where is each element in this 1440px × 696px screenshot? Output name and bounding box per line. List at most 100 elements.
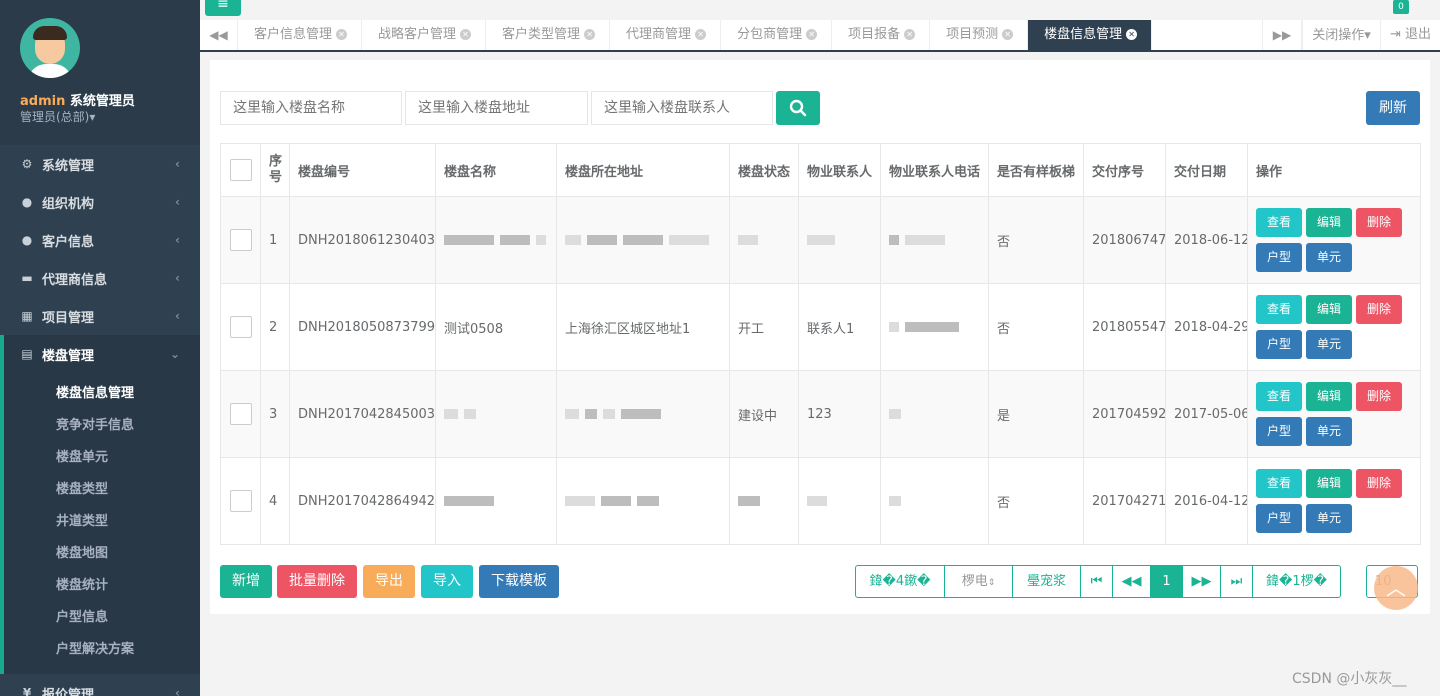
avatar[interactable] bbox=[20, 18, 80, 78]
sidebar-item-projects[interactable]: ▦ 项目管理 ‹ bbox=[0, 297, 200, 335]
building-address-search-input[interactable] bbox=[405, 91, 588, 125]
page-size-stepper[interactable]: 椤电⇕ bbox=[945, 565, 1013, 598]
close-icon[interactable]: ✕ bbox=[460, 29, 472, 40]
tab-customer-info[interactable]: 客户信息管理 ✕ bbox=[238, 20, 363, 50]
user-role-dropdown[interactable]: 管理员(总部)▾ bbox=[20, 108, 95, 125]
row-checkbox[interactable] bbox=[229, 490, 252, 512]
add-button[interactable]: 新增 bbox=[220, 565, 272, 598]
close-icon[interactable]: ✕ bbox=[336, 29, 348, 40]
tab-project-forecast[interactable]: 项目预测 ✕ bbox=[930, 20, 1029, 50]
current-page-button[interactable]: 1 bbox=[1151, 565, 1183, 598]
tab-subcontractors[interactable]: 分包商管理 ✕ bbox=[721, 20, 833, 50]
submenu-competitors[interactable]: 竞争对手信息 bbox=[4, 410, 200, 442]
view-button[interactable]: 查看 bbox=[1256, 469, 1302, 498]
tab-building-info[interactable]: 楼盘信息管理 ✕ bbox=[1028, 20, 1153, 50]
unit-button[interactable]: 单元 bbox=[1306, 504, 1352, 533]
column-header[interactable]: 物业联系人 bbox=[798, 143, 881, 197]
download-template-button[interactable]: 下载模板 bbox=[479, 565, 559, 598]
column-header[interactable]: 是否有样板梯 bbox=[988, 143, 1084, 197]
submenu-unit-type-info[interactable]: 户型信息 bbox=[4, 602, 200, 634]
delete-button[interactable]: 删除 bbox=[1356, 295, 1402, 324]
submenu-building-units[interactable]: 楼盘单元 bbox=[4, 442, 200, 474]
sidebar-item-system[interactable]: ⚙ 系统管理 ‹ bbox=[0, 145, 200, 183]
column-header[interactable]: 交付序号 bbox=[1083, 143, 1166, 197]
sidebar-item-buildings[interactable]: ▤ 楼盘管理 ⌄ bbox=[0, 335, 200, 373]
batch-delete-button[interactable]: 批量删除 bbox=[277, 565, 357, 598]
tab-project-reports[interactable]: 项目报备 ✕ bbox=[832, 20, 931, 50]
export-button[interactable]: 导出 bbox=[363, 565, 415, 598]
column-header[interactable]: 交付日期 bbox=[1165, 143, 1248, 197]
first-page-button[interactable]: ⏮ bbox=[1081, 565, 1113, 598]
refresh-button[interactable]: 刷新 bbox=[1366, 91, 1420, 125]
import-button[interactable]: 导入 bbox=[421, 565, 473, 598]
view-button[interactable]: 查看 bbox=[1256, 382, 1302, 411]
column-header[interactable]: 楼盘所在地址 bbox=[556, 143, 730, 197]
tab-customer-types[interactable]: 客户类型管理 ✕ bbox=[486, 20, 611, 50]
view-button[interactable]: 查看 bbox=[1256, 295, 1302, 324]
jump-button[interactable]: 璺宠浆 bbox=[1013, 565, 1081, 598]
unit-type-button[interactable]: 户型 bbox=[1256, 504, 1302, 533]
unit-button[interactable]: 单元 bbox=[1306, 417, 1352, 446]
tabs-scroll-right-button[interactable]: ▶▶ bbox=[1262, 20, 1302, 50]
tab-agents[interactable]: 代理商管理 ✕ bbox=[610, 20, 722, 50]
unit-button[interactable]: 单元 bbox=[1306, 243, 1352, 272]
sidebar-item-customers[interactable]: ● 客户信息 ‹ bbox=[0, 221, 200, 259]
table-row[interactable]: 2 DNH20180508737992 测试0508 上海徐汇区城区地址1 开工… bbox=[220, 283, 1421, 371]
column-header[interactable]: 楼盘状态 bbox=[729, 143, 799, 197]
column-header[interactable]: 楼盘名称 bbox=[435, 143, 557, 197]
building-contact-search-input[interactable] bbox=[591, 91, 773, 125]
last-page-button[interactable]: ⏭ bbox=[1221, 565, 1253, 598]
table-row[interactable]: 3 DNH20170428450038 建设中 123 是 201704592 … bbox=[220, 370, 1421, 458]
close-operations-dropdown[interactable]: 关闭操作▾ bbox=[1302, 20, 1380, 50]
sidebar-item-agents[interactable]: ▬ 代理商信息 ‹ bbox=[0, 259, 200, 297]
page-size-text: 椤电 bbox=[961, 574, 988, 589]
row-checkbox[interactable] bbox=[229, 229, 252, 251]
close-icon[interactable]: ✕ bbox=[584, 29, 596, 40]
tabs-scroll-left-button[interactable]: ◀◀ bbox=[200, 20, 238, 50]
row-checkbox[interactable] bbox=[229, 316, 252, 338]
edit-button[interactable]: 编辑 bbox=[1306, 382, 1352, 411]
prev-page-button[interactable]: ◀◀ bbox=[1113, 565, 1151, 598]
unit-type-button[interactable]: 户型 bbox=[1256, 417, 1302, 446]
column-header[interactable]: 物业联系人电话 bbox=[880, 143, 989, 197]
sidebar-item-quotes[interactable]: ¥ 报价管理 ‹ bbox=[0, 674, 200, 696]
column-header[interactable]: 楼盘编号 bbox=[289, 143, 436, 197]
edit-button[interactable]: 编辑 bbox=[1306, 208, 1352, 237]
menu-toggle-button[interactable]: ≡ bbox=[205, 0, 241, 16]
close-icon[interactable]: ✕ bbox=[1126, 29, 1138, 40]
unit-type-button[interactable]: 户型 bbox=[1256, 243, 1302, 272]
edit-button[interactable]: 编辑 bbox=[1306, 469, 1352, 498]
edit-button[interactable]: 编辑 bbox=[1306, 295, 1352, 324]
submenu-building-map[interactable]: 楼盘地图 bbox=[4, 538, 200, 570]
submenu-unit-type-solutions[interactable]: 户型解决方案 bbox=[4, 634, 200, 666]
select-all-checkbox[interactable] bbox=[229, 159, 252, 181]
sidebar-item-organization[interactable]: ● 组织机构 ‹ bbox=[0, 183, 200, 221]
next-page-button[interactable]: ▶▶ bbox=[1183, 565, 1221, 598]
table-row[interactable]: 1 DNH20180612304032 否 201806747 2018-06-… bbox=[220, 196, 1421, 284]
close-icon[interactable]: ✕ bbox=[904, 29, 916, 40]
back-to-top-button[interactable]: ︿ bbox=[1374, 566, 1418, 610]
submenu-building-types[interactable]: 楼盘类型 bbox=[4, 474, 200, 506]
unit-button[interactable]: 单元 bbox=[1306, 330, 1352, 359]
close-icon[interactable]: ✕ bbox=[695, 29, 707, 40]
submenu-building-stats[interactable]: 楼盘统计 bbox=[4, 570, 200, 602]
table-row[interactable]: 4 DNH20170428649429 否 201704271 2016-04-… bbox=[220, 457, 1421, 545]
delete-button[interactable]: 删除 bbox=[1356, 208, 1402, 237]
first-page-icon: ⏮ bbox=[1090, 574, 1103, 589]
unit-type-button[interactable]: 户型 bbox=[1256, 330, 1302, 359]
search-button[interactable] bbox=[776, 91, 820, 125]
logout-button[interactable]: ⇥ 退出 bbox=[1380, 20, 1440, 50]
view-button[interactable]: 查看 bbox=[1256, 208, 1302, 237]
row-checkbox[interactable] bbox=[229, 403, 252, 425]
close-icon[interactable]: ✕ bbox=[1002, 29, 1014, 40]
submenu-shaft-types[interactable]: 井道类型 bbox=[4, 506, 200, 538]
code-cell: DNH20170428450038 bbox=[289, 370, 436, 458]
delete-button[interactable]: 删除 bbox=[1356, 469, 1402, 498]
building-name-search-input[interactable] bbox=[220, 91, 402, 125]
notification-badge[interactable]: 0 bbox=[1393, 0, 1409, 14]
submenu-building-info[interactable]: 楼盘信息管理 bbox=[4, 378, 200, 410]
close-icon[interactable]: ✕ bbox=[806, 29, 818, 40]
delete-button[interactable]: 删除 bbox=[1356, 382, 1402, 411]
building-icon: ▤ bbox=[21, 347, 33, 361]
tab-strategic-customers[interactable]: 战略客户管理 ✕ bbox=[362, 20, 487, 50]
